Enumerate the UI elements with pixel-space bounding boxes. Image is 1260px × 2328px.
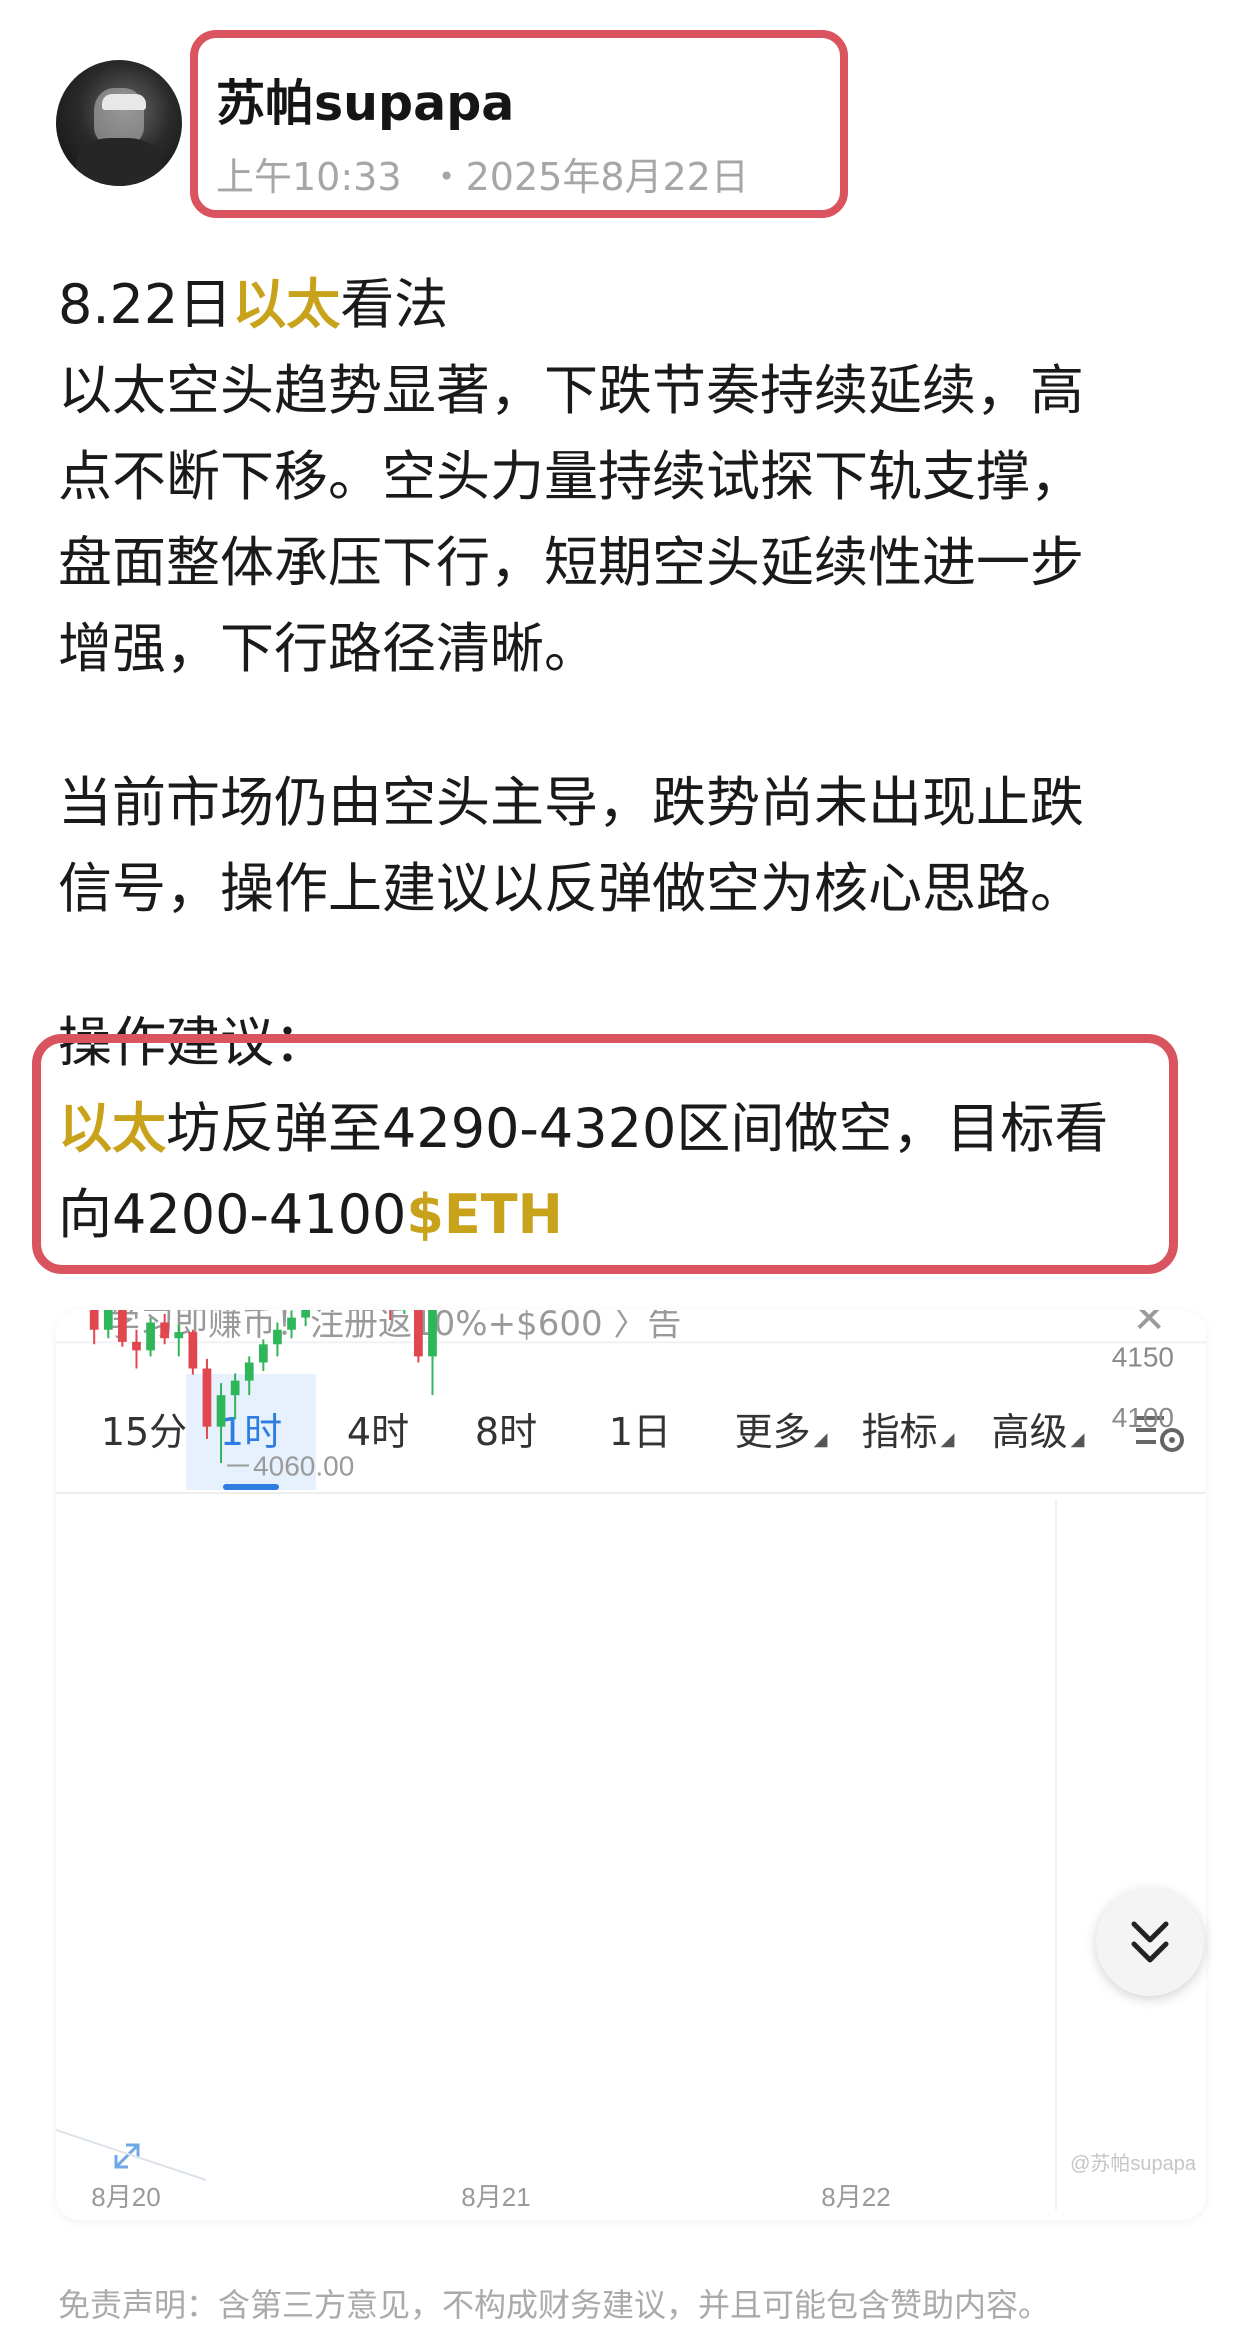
avatar-cap [102, 94, 146, 110]
low-price-label: 4060.00 [253, 1450, 354, 1481]
chart-card[interactable]: 学习即赚币！注册返10%+$600 〉告 ✕ 15分 1时 4时 8时 1日 更… [56, 1310, 1206, 2220]
y-tick-label: 4100 [1112, 1402, 1174, 1433]
para1-line: 增强，下行路径清晰。 [58, 617, 598, 680]
candle-up [174, 1332, 184, 1339]
post-timestamp: 上午10:33 ・2025年8月22日 [216, 146, 749, 201]
author-annotation-box: 苏帕supapa 上午10:33 ・2025年8月22日 [190, 30, 848, 218]
x-tick-label: 8月21 [461, 2182, 530, 2212]
candle-up [103, 1310, 113, 1330]
para1-line: 点不断下移。空头力量持续试探下轨支撑， [58, 445, 1084, 508]
candle-up [258, 1344, 268, 1363]
post-time: 上午10:33 [216, 155, 402, 199]
post-header: 苏帕supapa 上午10:33 ・2025年8月22日 [0, 0, 1260, 230]
para2-line: 当前市场仍由空头主导，跌势尚未出现止跌 [58, 771, 1084, 834]
y-tick-label: 4150 [1112, 1341, 1174, 1372]
para1-line: 盘面整体承压下行，短期空头延续性进一步 [58, 531, 1084, 594]
author-name[interactable]: 苏帕supapa [216, 64, 514, 135]
candle-down [160, 1322, 170, 1339]
ops-annotation-box [32, 1034, 1178, 1274]
candle-down [202, 1368, 212, 1427]
post-date: ・2025年8月22日 [427, 155, 749, 199]
candle-down [188, 1332, 198, 1369]
para1-line: 以太空头趋势显著，下跌节奏持续延续，高 [58, 359, 1084, 422]
candle-up [230, 1380, 240, 1396]
post-title: 8.22日以太看法 [58, 273, 449, 336]
candle-down [414, 1310, 423, 1357]
candle-up [287, 1317, 296, 1330]
candle-up [273, 1329, 282, 1345]
candle-up [216, 1395, 226, 1427]
eth-highlight[interactable]: 以太 [232, 273, 340, 336]
candle-down [132, 1341, 141, 1351]
candle-up [428, 1310, 437, 1357]
watermark: @苏帕supapa [1070, 2152, 1197, 2175]
trend-line [56, 2129, 207, 2181]
candle-down [118, 1310, 127, 1342]
x-tick-label: 8月20 [91, 2182, 160, 2212]
x-tick-label: 8月22 [821, 2182, 890, 2212]
candle-up [244, 1362, 254, 1381]
candle-down [89, 1310, 99, 1330]
disclaimer: 免责声明：含第三方意见，不构成财务建议，并且可能包含赞助内容。 [58, 2286, 1051, 2324]
para2-line: 信号，操作上建议以反弹做空为核心思路。 [58, 857, 1084, 920]
avatar-body [76, 138, 162, 186]
double-chevron-down-icon [1131, 1921, 1169, 1963]
candle-up [301, 1310, 310, 1318]
avatar[interactable] [56, 60, 182, 186]
candle-up [146, 1322, 155, 1351]
candlestick-chart[interactable]: 43504250415041004297.354376.134060.008月2… [56, 1310, 1206, 2220]
scroll-down-button[interactable] [1096, 1888, 1204, 1996]
